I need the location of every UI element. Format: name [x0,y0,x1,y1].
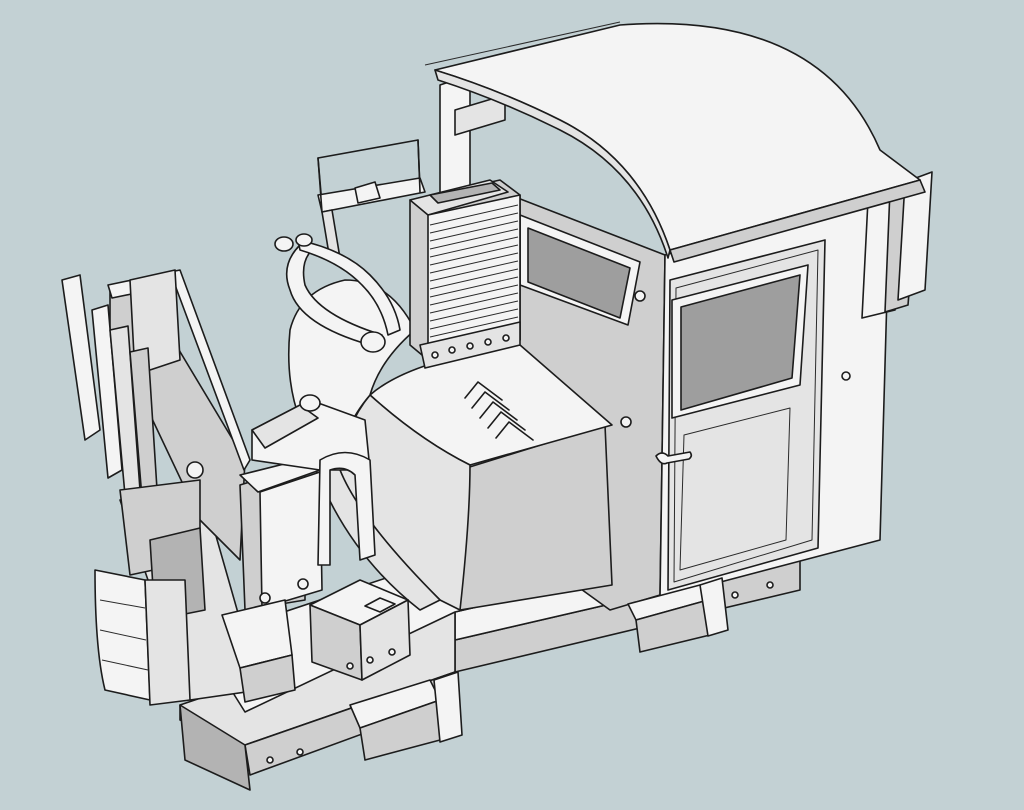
tool-rack [317,139,426,261]
locomotive-cab-model [61,21,933,791]
model-viewport[interactable] [0,0,1024,810]
